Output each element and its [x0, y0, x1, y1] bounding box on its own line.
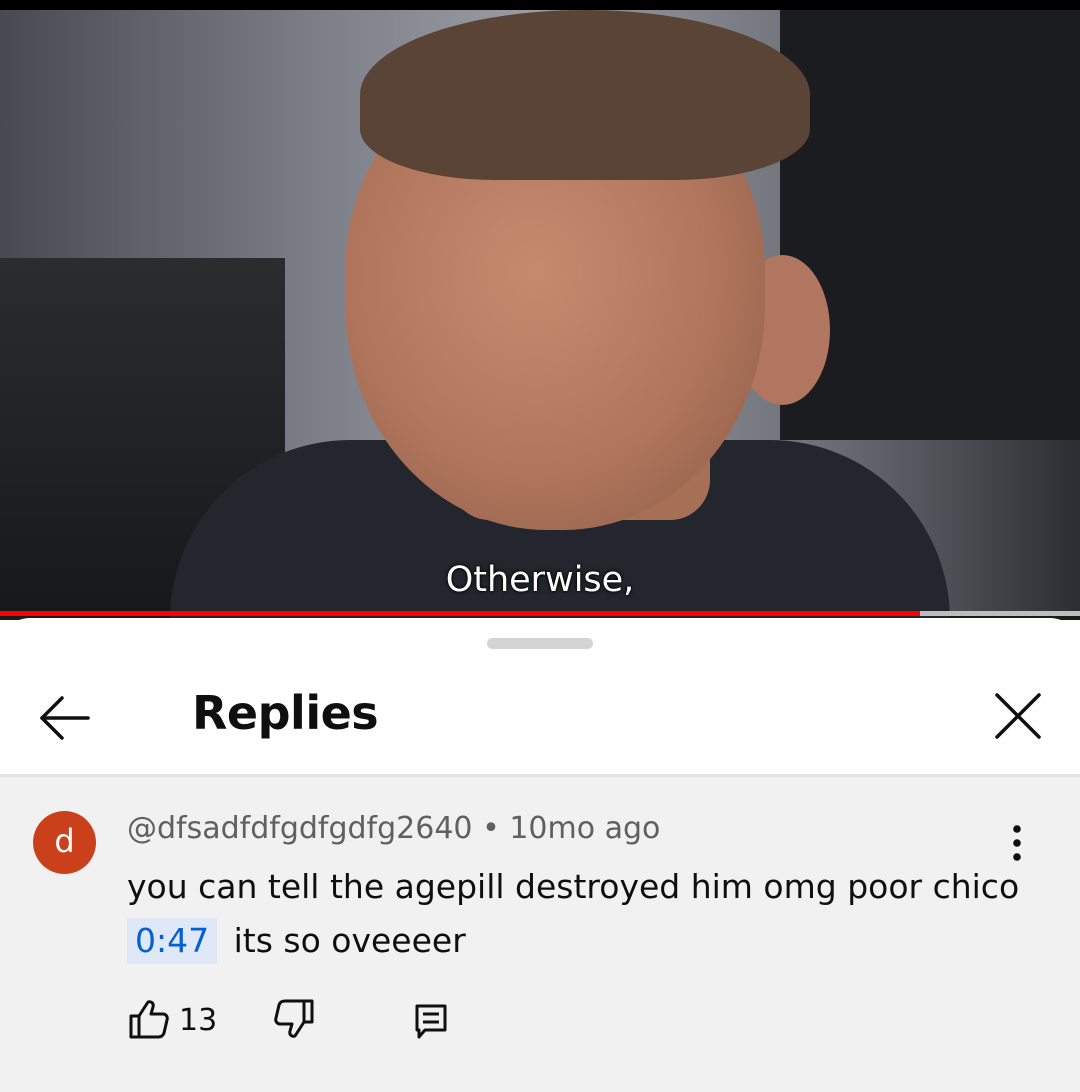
video-subtitle: Otherwise,: [445, 560, 635, 600]
comment-text-line-2: 0:47 its so oveeeer: [127, 914, 1027, 968]
replies-header: Replies: [0, 658, 1080, 775]
arrow-left-icon: [40, 696, 90, 740]
comment-icon: [415, 1004, 447, 1039]
timestamp-link[interactable]: 0:47: [127, 918, 218, 964]
comment-time: 10mo ago: [509, 811, 661, 846]
comment-author[interactable]: @dfsadfdfgdfgdfg2640: [127, 811, 473, 846]
video-progress-fill: [0, 611, 921, 616]
reply-button[interactable]: [407, 995, 457, 1045]
drag-handle[interactable]: [487, 638, 593, 649]
back-button[interactable]: [30, 688, 100, 748]
comment-item: d @dfsadfdfgdfgdfg2640 • 10mo ago you ca…: [0, 777, 1080, 1092]
dislike-button[interactable]: [272, 995, 322, 1045]
status-bar-strip: [0, 0, 1080, 10]
more-vertical-icon: [1013, 825, 1021, 861]
video-player[interactable]: Otherwise,: [0, 0, 1080, 620]
thumbs-down-icon: [274, 999, 314, 1038]
thumbs-up-icon: [129, 1000, 169, 1039]
comment-text-line: you can tell the agepill destroyed him o…: [127, 867, 1020, 906]
avatar[interactable]: d: [33, 811, 96, 874]
comment-meta: @dfsadfdfgdfgdfg2640 • 10mo ago: [127, 811, 660, 846]
page-title: Replies: [192, 686, 379, 740]
comment-text-rest: its so oveeeer: [233, 921, 466, 960]
comment-text: you can tell the agepill destroyed him o…: [127, 860, 1027, 968]
meta-separator: •: [482, 811, 500, 846]
close-icon: [995, 693, 1041, 739]
replies-sheet: Replies d @dfsadfdfgdfgdfg2640 • 10mo ag…: [0, 618, 1080, 1092]
like-count: 13: [179, 1003, 218, 1038]
video-progress-bar[interactable]: [0, 611, 1080, 616]
close-button[interactable]: [985, 683, 1051, 749]
background-panel: [780, 10, 1080, 440]
more-options-button[interactable]: [995, 821, 1039, 865]
person-hair: [360, 10, 810, 180]
comment-actions: 13: [127, 995, 1027, 1045]
like-button[interactable]: 13: [127, 995, 227, 1045]
